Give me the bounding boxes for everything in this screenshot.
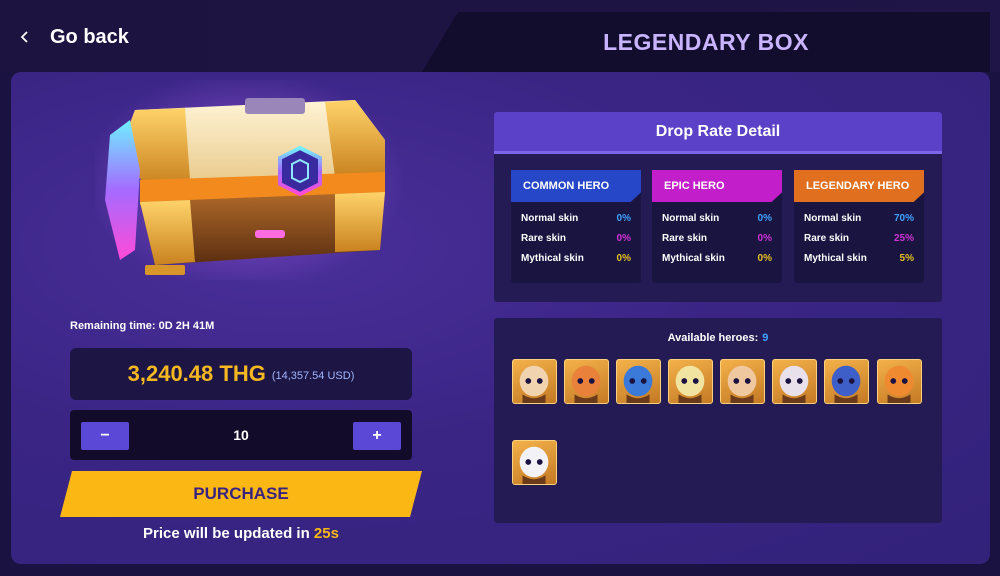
go-back-label: Go back [50, 25, 129, 48]
quantity-value[interactable]: 10 [190, 422, 292, 448]
rate-value: 70% [893, 212, 914, 224]
purchase-button[interactable]: PURCHASE [60, 471, 422, 517]
rate-label: Normal skin [804, 212, 862, 224]
drop-rate-card: Drop Rate Detail COMMON HERO Normal skin… [494, 112, 942, 302]
price-thg: 3,240.48 THG [127, 361, 266, 386]
rate-value: 0% [757, 212, 772, 224]
rate-row: Rare skin 0% [511, 228, 641, 248]
available-heroes-count: 9 [762, 332, 769, 344]
hero-portrait[interactable] [720, 359, 765, 404]
available-heroes-label: Available heroes: [667, 332, 759, 344]
rate-label: Mythical skin [804, 252, 867, 264]
rate-label: Rare skin [804, 232, 850, 244]
hero-portrait[interactable] [668, 359, 713, 404]
rate-value: 0% [616, 212, 631, 224]
hero-portrait[interactable] [824, 359, 869, 404]
hero-portrait[interactable] [512, 440, 557, 485]
rate-value: 25% [893, 232, 914, 244]
quantity-stepper: − 10 + [70, 410, 412, 460]
remaining-time: Remaining time: 0D 2H 41M [70, 320, 215, 332]
legendary-box-image [85, 70, 405, 290]
rate-label: Normal skin [662, 212, 720, 224]
rate-row: Rare skin 25% [794, 228, 924, 248]
hero-portrait[interactable] [564, 359, 609, 404]
rate-row: Normal skin 0% [652, 208, 782, 228]
price-display: 3,240.48 THG (14,357.54 USD) [70, 348, 412, 400]
hero-portrait[interactable] [616, 359, 661, 404]
drop-rate-title: Drop Rate Detail [655, 122, 781, 140]
available-heroes-card: Available heroes: 9 [494, 318, 942, 523]
decrease-quantity-button[interactable]: − [81, 422, 129, 450]
rate-column-title: LEGENDARY HERO [794, 170, 924, 202]
page-title-tab: LEGENDARY BOX [422, 12, 990, 72]
rate-value: 5% [899, 252, 914, 264]
price-update-text: Price will be updated in [143, 525, 314, 542]
rate-label: Normal skin [521, 212, 579, 224]
increase-quantity-button[interactable]: + [353, 422, 401, 450]
rate-label: Rare skin [662, 232, 708, 244]
drop-rate-header: Drop Rate Detail [494, 112, 942, 154]
rate-value: 0% [757, 232, 772, 244]
hero-portrait[interactable] [772, 359, 817, 404]
price-update-notice: Price will be updated in 25s [70, 525, 412, 542]
rate-row: Rare skin 0% [652, 228, 782, 248]
rate-value: 0% [616, 252, 631, 264]
price-update-seconds: 25s [313, 525, 339, 542]
available-heroes-heading: Available heroes: 9 [494, 332, 942, 344]
hero-portrait[interactable] [877, 359, 922, 404]
rate-column-title: EPIC HERO [652, 170, 782, 202]
rate-column-title: COMMON HERO [511, 170, 641, 202]
hero-portrait[interactable] [512, 359, 557, 404]
rate-row: Normal skin 70% [794, 208, 924, 228]
rate-column-epic: EPIC HERO Normal skin 0% Rare skin 0% Myth… [652, 170, 782, 283]
rate-row: Mythical skin 0% [511, 248, 641, 268]
rate-value: 0% [616, 232, 631, 244]
rate-row: Normal skin 0% [511, 208, 641, 228]
rate-label: Rare skin [521, 232, 567, 244]
price-usd: (14,357.54 USD) [271, 370, 355, 382]
rate-value: 0% [757, 252, 772, 264]
rate-column-legendary: LEGENDARY HERO Normal skin 70% Rare skin 2… [794, 170, 924, 283]
rate-column-common: COMMON HERO Normal skin 0% Rare skin 0% My… [511, 170, 641, 283]
page-title: LEGENDARY BOX [603, 28, 809, 55]
rate-row: Mythical skin 0% [652, 248, 782, 268]
go-back-button[interactable]: Go back [12, 24, 129, 50]
rate-row: Mythical skin 5% [794, 248, 924, 268]
purchase-label: PURCHASE [193, 484, 289, 503]
top-bar: Go back LEGENDARY BOX [0, 0, 1000, 72]
rate-label: Mythical skin [521, 252, 584, 264]
chevron-left-icon [12, 24, 38, 50]
rate-label: Mythical skin [662, 252, 725, 264]
